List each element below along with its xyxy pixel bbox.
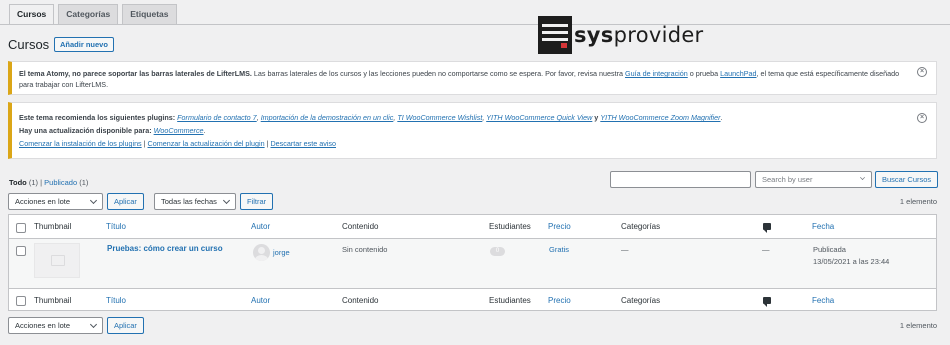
col-students: Estudiantes bbox=[489, 222, 531, 231]
plugin-link[interactable]: YITH WooCommerce Quick View bbox=[486, 113, 592, 122]
tab-categorias[interactable]: Categorías bbox=[58, 4, 119, 24]
content-value: Sin contenido bbox=[342, 245, 388, 254]
search-input[interactable] bbox=[610, 171, 751, 188]
logo-text: sysprovider bbox=[574, 23, 704, 47]
col-categories: Categorías bbox=[621, 222, 661, 231]
update-plugin-link[interactable]: WooCommerce bbox=[154, 126, 204, 135]
server-icon bbox=[538, 16, 572, 54]
chevron-down-icon bbox=[222, 196, 231, 205]
col-author[interactable]: Autor bbox=[251, 215, 270, 239]
plugin-link[interactable]: YITH WooCommerce Zoom Magnifier bbox=[600, 113, 720, 122]
thumbnail-placeholder bbox=[34, 243, 80, 278]
comments-icon[interactable] bbox=[763, 223, 771, 233]
notice-heading: El tema Atomy, no parece soportar las ba… bbox=[19, 69, 252, 78]
col-thumbnail: Thumbnail bbox=[34, 222, 72, 231]
filter-button[interactable]: Filtrar bbox=[240, 193, 274, 210]
view-published[interactable]: Publicado bbox=[44, 178, 77, 187]
comments-value: — bbox=[762, 245, 770, 254]
sidebar-compat-notice: El tema Atomy, no parece soportar las ba… bbox=[8, 61, 937, 95]
col-title[interactable]: Título bbox=[106, 215, 126, 239]
items-count-bottom: 1 elemento bbox=[899, 321, 937, 330]
image-icon bbox=[51, 255, 65, 266]
status-value: Publicada bbox=[813, 245, 846, 254]
apply-button[interactable]: Aplicar bbox=[107, 193, 144, 210]
col-date[interactable]: Fecha bbox=[812, 289, 834, 313]
tab-etiquetas[interactable]: Etiquetas bbox=[122, 4, 177, 24]
chevron-down-icon bbox=[89, 320, 98, 329]
select-all-checkbox[interactable] bbox=[16, 296, 26, 306]
courses-table: Thumbnail Título Autor Contenido Estudia… bbox=[8, 214, 937, 311]
tab-cursos[interactable]: Cursos bbox=[9, 4, 55, 24]
dismiss-notice-link[interactable]: Descartar este aviso bbox=[270, 139, 336, 148]
tab-divider bbox=[0, 24, 950, 25]
update-plugin-action-link[interactable]: Comenzar la actualización del plugin bbox=[148, 139, 265, 148]
table-footer: Thumbnail Título Autor Contenido Estudia… bbox=[9, 288, 936, 312]
view-all[interactable]: Todo bbox=[9, 178, 27, 187]
integration-guide-link[interactable]: Guía de integración bbox=[625, 69, 688, 78]
items-count: 1 elemento bbox=[899, 197, 937, 206]
col-author[interactable]: Autor bbox=[251, 289, 270, 313]
tab-bar: Cursos Categorías Etiquetas bbox=[9, 4, 177, 24]
students-badge: 0 bbox=[490, 247, 505, 256]
status-views: Todo (1) | Publicado (1) bbox=[9, 178, 89, 187]
apply-button-bottom[interactable]: Aplicar bbox=[107, 317, 144, 334]
course-title-link[interactable]: Pruebas: cómo crear un curso bbox=[107, 244, 223, 253]
author-link[interactable]: jorge bbox=[273, 248, 290, 257]
chevron-down-icon bbox=[89, 196, 98, 205]
col-content: Contenido bbox=[342, 296, 379, 305]
sysprovider-logo: sysprovider bbox=[538, 16, 704, 54]
row-checkbox[interactable] bbox=[16, 246, 26, 256]
table-row: Pruebas: cómo crear un curso jorge Sin c… bbox=[9, 239, 936, 288]
price-value: Gratis bbox=[549, 245, 570, 254]
col-thumbnail: Thumbnail bbox=[34, 296, 72, 305]
col-title[interactable]: Título bbox=[106, 289, 126, 313]
user-search-select[interactable]: Search by user bbox=[755, 171, 872, 188]
dismiss-icon[interactable]: × bbox=[917, 67, 927, 77]
select-all-checkbox[interactable] bbox=[16, 223, 26, 233]
plugin-link[interactable]: Importación de la demostración en un cli… bbox=[261, 113, 394, 122]
table-header: Thumbnail Título Autor Contenido Estudia… bbox=[9, 215, 936, 239]
col-content: Contenido bbox=[342, 222, 379, 231]
categories-value: — bbox=[621, 245, 629, 254]
install-plugins-link[interactable]: Comenzar la instalación de los plugins bbox=[19, 139, 142, 148]
page-title: Cursos bbox=[8, 37, 50, 52]
date-value: 13/05/2021 a las 23:44 bbox=[813, 257, 890, 266]
col-categories: Categorías bbox=[621, 296, 661, 305]
col-price[interactable]: Precio bbox=[548, 289, 571, 313]
recommended-plugins-notice: Este tema recomienda los siguientes plug… bbox=[8, 102, 937, 159]
plugin-link[interactable]: Formulario de contacto 7 bbox=[177, 113, 257, 122]
plugin-link[interactable]: TI WooCommerce Wishlist bbox=[397, 113, 482, 122]
launchpad-link[interactable]: LaunchPad bbox=[720, 69, 756, 78]
date-filter-select[interactable]: Todas las fechas bbox=[154, 193, 236, 210]
bulk-actions-select-bottom[interactable]: Acciones en lote bbox=[8, 317, 103, 334]
bulk-actions-select[interactable]: Acciones en lote bbox=[8, 193, 103, 210]
add-new-button[interactable]: Añadir nuevo bbox=[54, 37, 114, 52]
col-price[interactable]: Precio bbox=[548, 215, 571, 239]
col-students: Estudiantes bbox=[489, 296, 531, 305]
dismiss-icon[interactable]: × bbox=[917, 113, 927, 123]
avatar bbox=[253, 244, 270, 261]
comments-icon[interactable] bbox=[763, 297, 771, 307]
search-courses-button[interactable]: Buscar Cursos bbox=[875, 171, 939, 188]
col-date[interactable]: Fecha bbox=[812, 215, 834, 239]
